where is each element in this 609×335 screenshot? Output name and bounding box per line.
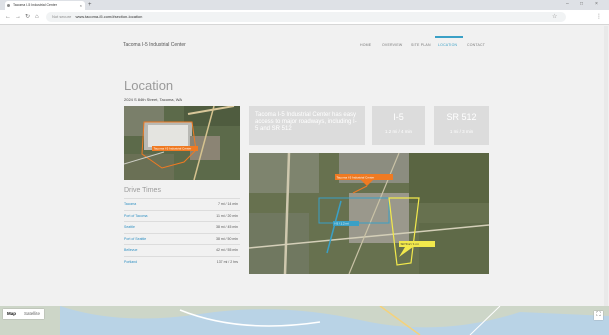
stat-distance: 1.2 mi / 4 min: [384, 129, 412, 134]
stat-distance: 1 mi / 3 min: [449, 129, 474, 134]
window-minimize-button[interactable]: –: [566, 0, 569, 8]
drive-time-value: 7 mi / 14 min: [217, 202, 238, 206]
stat-box-sr512: SR 512 1 mi / 3 min: [434, 106, 489, 145]
drive-destination-link[interactable]: Portland: [124, 257, 137, 268]
big-map-sr512-label: SR 512 / 1 mi: [401, 242, 420, 246]
drive-destination-link[interactable]: Seattle: [124, 222, 135, 233]
site-name[interactable]: Tacoma I-5 Industrial Center: [123, 42, 186, 48]
satellite-view-button[interactable]: Satellite: [20, 309, 44, 319]
nav-home[interactable]: HOME: [360, 43, 371, 47]
drive-time-row: Port of Tacoma 11 mi / 20 min: [124, 209, 240, 222]
drive-time-row: Bellevue 42 mi / 55 min: [124, 244, 240, 256]
embedded-map[interactable]: [0, 306, 609, 335]
site-header: Tacoma I-5 Industrial Center HOME OVERVI…: [0, 26, 609, 64]
big-map-site-label: Tacoma I-5 Industrial Center: [337, 176, 375, 180]
tab-title: Tacoma I-5 Industrial Center: [13, 3, 57, 7]
area-aerial-image: Tacoma I-5 Industrial Center I-5 / 1.2 m…: [249, 153, 489, 274]
area-aerial-map[interactable]: Tacoma I-5 Industrial Center I-5 / 1.2 m…: [249, 153, 489, 274]
url-text: www.tacoma-i5.com/#section-location: [75, 14, 143, 19]
stat-box-i5: I-5 1.2 mi / 4 min: [372, 106, 425, 145]
reload-icon[interactable]: ↻: [25, 13, 30, 21]
stat-road-name: SR 512: [446, 112, 477, 122]
site-aerial-image: Tacoma I-5 Industrial Center: [124, 106, 240, 180]
drive-time-value: 38 mi / 50 min: [216, 236, 238, 241]
favicon-icon: [7, 4, 10, 7]
site-aerial-map[interactable]: Tacoma I-5 Industrial Center: [124, 106, 240, 180]
drive-time-value: 11 mi / 20 min: [216, 213, 238, 218]
window-maximize-button[interactable]: □: [580, 0, 583, 8]
location-heading: Location: [124, 78, 174, 93]
nav-active-indicator: [435, 36, 463, 38]
map-type-control: Map Satellite: [3, 309, 45, 319]
nav-location[interactable]: LOCATION: [438, 43, 457, 47]
drive-time-row: Tacoma 7 mi / 14 min: [124, 198, 240, 210]
map-view-button[interactable]: Map: [3, 309, 20, 319]
bookmark-star-icon[interactable]: ☆: [552, 13, 557, 21]
drive-time-value: 137 mi / 2 hrs: [216, 259, 238, 264]
page-scrollbar[interactable]: [604, 26, 608, 306]
stat-road-name: I-5: [393, 112, 404, 122]
browser-menu-icon[interactable]: ⋮: [596, 13, 602, 21]
drive-time-value: 42 mi / 55 min: [216, 248, 238, 252]
drive-time-row: Port of Seattle 38 mi / 50 min: [124, 232, 240, 245]
small-map-label: Tacoma I-5 Industrial Center: [154, 147, 192, 151]
drive-destination-link[interactable]: Bellevue: [124, 245, 137, 256]
tab-close-icon[interactable]: ×: [80, 1, 82, 10]
security-indicator[interactable]: Not secure: [52, 14, 71, 19]
drive-times-list: Tacoma 7 mi / 14 min Port of Tacoma 11 m…: [124, 198, 240, 267]
forward-icon[interactable]: →: [15, 13, 21, 21]
new-tab-button[interactable]: +: [88, 1, 92, 9]
location-description: Tacoma I-5 Industrial Center has easy ac…: [249, 106, 365, 145]
drive-destination-link[interactable]: Port of Tacoma: [124, 211, 147, 222]
embedded-map-tiles: [0, 306, 609, 335]
drive-destination-link[interactable]: Port of Seattle: [124, 234, 146, 245]
drive-times-heading: Drive Times: [124, 187, 161, 194]
drive-time-row: Seattle 38 mi / 45 min: [124, 221, 240, 233]
big-map-i5-label: I-5 / 1.2 mi: [335, 222, 350, 226]
home-icon[interactable]: ⌂: [35, 13, 39, 21]
address-bar[interactable]: Not secure www.tacoma-i5.com/#section-lo…: [46, 12, 566, 22]
browser-tab[interactable]: Tacoma I-5 Industrial Center ×: [5, 1, 85, 10]
nav-overview[interactable]: OVERVIEW: [382, 43, 402, 47]
browser-tab-bar: Tacoma I-5 Industrial Center × + – □ ×: [0, 0, 609, 10]
back-icon[interactable]: ←: [5, 13, 11, 21]
site-address: 2024 S 84th Street, Tacoma, WA: [124, 97, 183, 102]
fullscreen-icon[interactable]: ⛶: [594, 311, 603, 320]
browser-toolbar: ← → ↻ ⌂ Not secure www.tacoma-i5.com/#se…: [0, 10, 609, 25]
nav-contact[interactable]: CONTACT: [467, 43, 485, 47]
drive-destination-link[interactable]: Tacoma: [124, 199, 136, 210]
window-close-button[interactable]: ×: [595, 0, 598, 8]
nav-site-plan[interactable]: SITE PLAN: [411, 43, 431, 47]
drive-time-value: 38 mi / 45 min: [216, 225, 238, 229]
drive-time-row: Portland 137 mi / 2 hrs: [124, 255, 240, 268]
